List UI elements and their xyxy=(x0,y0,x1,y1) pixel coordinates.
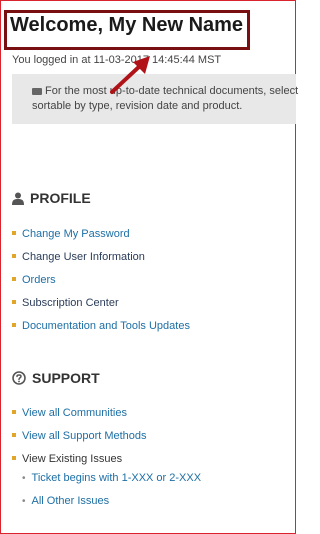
profile-heading: PROFILE xyxy=(12,190,91,206)
bullet xyxy=(12,254,16,258)
bullet xyxy=(12,410,16,414)
notice-text: For the most up-to-date technical docume… xyxy=(32,85,299,112)
page-title: Welcome, My New Name xyxy=(10,14,244,36)
bullet xyxy=(12,300,16,304)
link-label[interactable]: Change User Information xyxy=(22,251,145,263)
support-heading-label: SUPPORT xyxy=(32,370,100,386)
link-label[interactable]: Subscription Center xyxy=(22,297,119,309)
change-password-link[interactable]: Change My Password xyxy=(12,222,190,245)
sub-bullet: • xyxy=(22,495,26,507)
bullet xyxy=(12,433,16,437)
bullet xyxy=(12,231,16,235)
link-label[interactable]: All Other Issues xyxy=(32,495,110,507)
bullet xyxy=(12,277,16,281)
view-existing-issues-item: View Existing Issues xyxy=(12,447,147,470)
link-label[interactable]: View all Support Methods xyxy=(22,430,147,442)
support-links: View all Communities View all Support Me… xyxy=(12,401,147,470)
profile-links: Change My Password Change User Informati… xyxy=(12,222,190,337)
item-label: View Existing Issues xyxy=(22,452,123,465)
sub-bullet: • xyxy=(22,472,26,484)
bullet xyxy=(12,456,16,460)
other-issues-link[interactable]: • All Other Issues xyxy=(22,495,109,507)
profile-heading-label: PROFILE xyxy=(30,190,91,206)
bullet xyxy=(12,323,16,327)
link-label[interactable]: Orders xyxy=(22,274,56,286)
support-heading: SUPPORT xyxy=(12,370,100,386)
change-user-info-link[interactable]: Change User Information xyxy=(12,245,190,268)
help-circle-icon xyxy=(12,371,26,385)
link-label[interactable]: Change My Password xyxy=(22,228,130,240)
view-communities-link[interactable]: View all Communities xyxy=(12,401,147,424)
link-label[interactable]: View all Communities xyxy=(22,407,127,419)
view-support-methods-link[interactable]: View all Support Methods xyxy=(12,424,147,447)
subscription-center-link[interactable]: Subscription Center xyxy=(12,291,190,314)
info-icon xyxy=(32,87,42,95)
link-label[interactable]: Documentation and Tools Updates xyxy=(22,320,190,332)
orders-link[interactable]: Orders xyxy=(12,268,190,291)
link-label[interactable]: Ticket begins with 1-XXX or 2-XXX xyxy=(32,472,202,484)
ticket-begins-link[interactable]: • Ticket begins with 1-XXX or 2-XXX xyxy=(22,472,201,484)
notice-text-block: For the most up-to-date technical docume… xyxy=(32,84,302,114)
annotation-arrow-icon xyxy=(110,56,150,94)
documentation-updates-link[interactable]: Documentation and Tools Updates xyxy=(12,314,190,337)
user-icon xyxy=(12,192,24,205)
